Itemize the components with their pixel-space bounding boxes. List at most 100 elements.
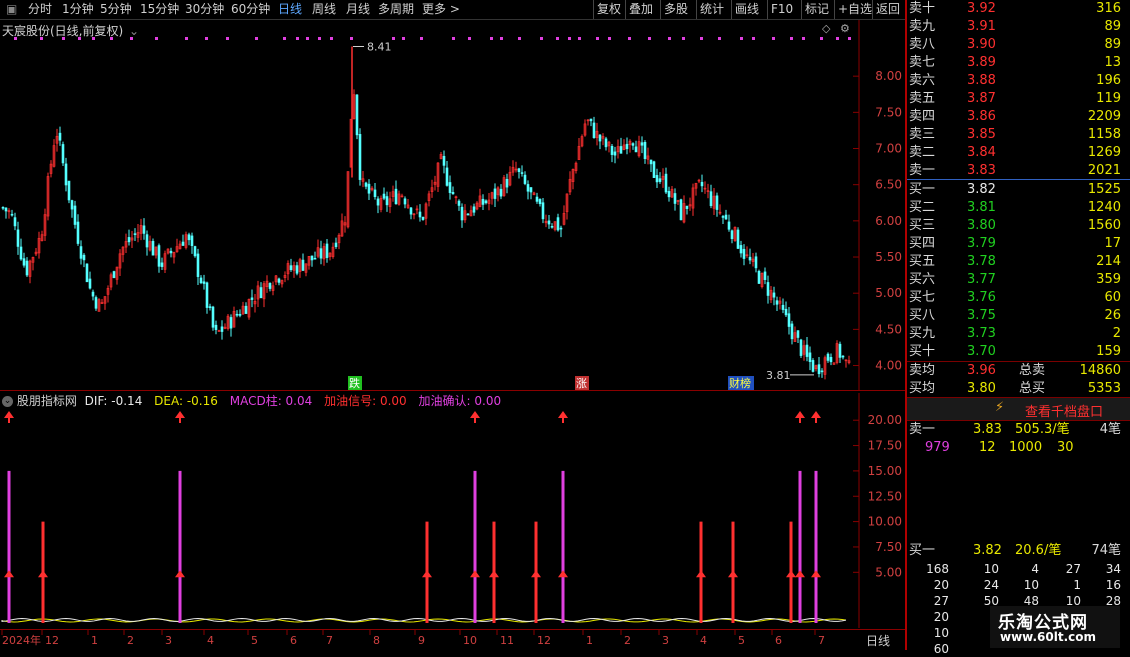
signal-dot: [318, 37, 321, 40]
candle-body: [505, 179, 509, 188]
event-marker[interactable]: 涨: [576, 377, 587, 390]
tab-6[interactable]: 日线: [278, 1, 302, 17]
candle-body: [91, 291, 95, 297]
candle-body: [4, 207, 8, 212]
candle-body: [724, 214, 728, 220]
candle-body: [805, 344, 809, 357]
sell1-queue-item: 1000: [1009, 440, 1043, 455]
sell-level-volume: 2021: [1087, 163, 1121, 178]
candle-body: [523, 174, 527, 184]
candle-body: [829, 356, 833, 363]
period-label[interactable]: 日线: [866, 632, 890, 649]
tab-0[interactable]: 分时: [28, 1, 52, 17]
gear-icon[interactable]: ⚙: [840, 22, 850, 35]
action-button-0[interactable]: 复权: [597, 1, 621, 17]
action-button-8[interactable]: 返回: [876, 1, 900, 17]
candle-body: [838, 343, 842, 358]
sell1-detail-count: 4笔: [1099, 422, 1121, 437]
signal-dot: [752, 37, 755, 40]
action-button-5[interactable]: F10: [771, 1, 793, 17]
candle-body: [157, 245, 161, 267]
indicator-chart[interactable]: 20.00 17.50 15.00 12.50 10.00 7.50 5.00: [0, 393, 905, 628]
view-depth-button[interactable]: ⚡ 查看千档盘口: [907, 398, 1130, 420]
candle-body: [757, 270, 761, 284]
candle-body: [355, 94, 359, 136]
candle-body: [382, 193, 386, 199]
candle-body: [79, 246, 83, 259]
tab-10[interactable]: 更多 >: [422, 1, 460, 17]
candle-body: [457, 200, 461, 206]
price-axis-label: 5.00: [875, 286, 902, 300]
candle-body: [409, 207, 413, 215]
buy1-queue-item: 16: [1105, 578, 1121, 592]
signal-dot: [668, 37, 671, 40]
signal-dot: [628, 37, 631, 40]
buy-level-volume: 1525: [1087, 182, 1121, 197]
event-marker[interactable]: 跌: [349, 376, 360, 390]
price-chart[interactable]: 8.00 7.50 7.00 6.50 6.00 5.50 5.00 4.50 4.00 8.41…: [0, 20, 905, 390]
sell1-queue-item: 30: [1057, 440, 1074, 455]
candlestick-chart[interactable]: 8.00 7.50 7.00 6.50 6.00 5.50 5.00 4.50 4.00 8.41…: [0, 20, 905, 390]
total-sell-value: 14860: [1079, 363, 1121, 378]
up-arrow-icon: [489, 570, 499, 578]
candle-body: [70, 200, 74, 210]
tab-2[interactable]: 5分钟: [100, 1, 132, 17]
signal-dot: [420, 37, 423, 40]
time-axis-label: 10: [463, 634, 477, 647]
buy1-queue-item: 168: [926, 562, 949, 576]
candle-body: [742, 248, 746, 259]
signal-dot: [556, 37, 559, 40]
low-label: 3.81: [766, 369, 791, 382]
action-button-3[interactable]: 统计: [700, 1, 724, 17]
watermark-url: www.60lt.com: [1000, 630, 1097, 644]
tab-8[interactable]: 月线: [346, 1, 370, 17]
buy1-queue-item: 10: [1023, 578, 1039, 592]
chevron-down-icon[interactable]: ⌄: [129, 24, 139, 38]
up-arrow-icon: [422, 570, 432, 578]
action-button-1[interactable]: 叠加: [629, 1, 653, 17]
buy1-queue-item: 20: [933, 610, 949, 624]
tab-7[interactable]: 周线: [312, 1, 336, 17]
buy1-queue-item: 20: [933, 578, 949, 592]
candle-body: [193, 246, 197, 257]
time-axis-label: 3: [662, 634, 669, 647]
candle-body: [376, 198, 380, 206]
time-axis-label: 1: [586, 634, 593, 647]
time-axis-label: 4: [700, 634, 707, 647]
action-button-2[interactable]: 多股: [664, 1, 688, 17]
tab-9[interactable]: 多周期: [378, 1, 414, 17]
sell-level-volume: 196: [1096, 73, 1121, 88]
action-button-7[interactable]: +自选: [838, 1, 872, 17]
diamond-icon[interactable]: ◇: [822, 22, 830, 35]
price-axis-label: 8.00: [875, 69, 902, 83]
buy-level-volume: 1240: [1087, 200, 1121, 215]
indicator-plot[interactable]: 20.00 17.50 15.00 12.50 10.00 7.50 5.00: [0, 393, 905, 628]
signal-dot: [155, 37, 158, 40]
action-button-4[interactable]: 画线: [735, 1, 759, 17]
toolbar-sep: [767, 0, 768, 19]
tab-3[interactable]: 15分钟: [140, 1, 179, 17]
buy1-queue-item: 10: [983, 562, 999, 576]
event-marker[interactable]: 财榜: [729, 376, 751, 390]
candle-body: [259, 287, 263, 299]
action-button-6[interactable]: 标记: [805, 1, 829, 17]
toolbar-sep: [696, 0, 697, 19]
candle-body: [214, 324, 218, 330]
candle-body: [10, 213, 14, 216]
time-axis-label: 12: [45, 634, 59, 647]
sell-level-volume: 89: [1104, 37, 1121, 52]
candle-body: [640, 142, 644, 146]
view-depth-label[interactable]: 查看千档盘口: [1025, 401, 1103, 420]
candle-body: [313, 257, 317, 260]
tab-4[interactable]: 30分钟: [185, 1, 224, 17]
candle-body: [160, 262, 164, 267]
candle-body: [16, 229, 20, 247]
candle-body: [613, 151, 617, 156]
layout-icon[interactable]: ▣: [6, 1, 17, 17]
up-arrow-icon: [786, 570, 796, 578]
indicator-axis-label: 20.00: [868, 413, 902, 427]
candle-body: [220, 326, 224, 332]
tab-1[interactable]: 1分钟: [62, 1, 94, 17]
sell-level-volume: 2209: [1087, 109, 1121, 124]
tab-5[interactable]: 60分钟: [231, 1, 270, 17]
